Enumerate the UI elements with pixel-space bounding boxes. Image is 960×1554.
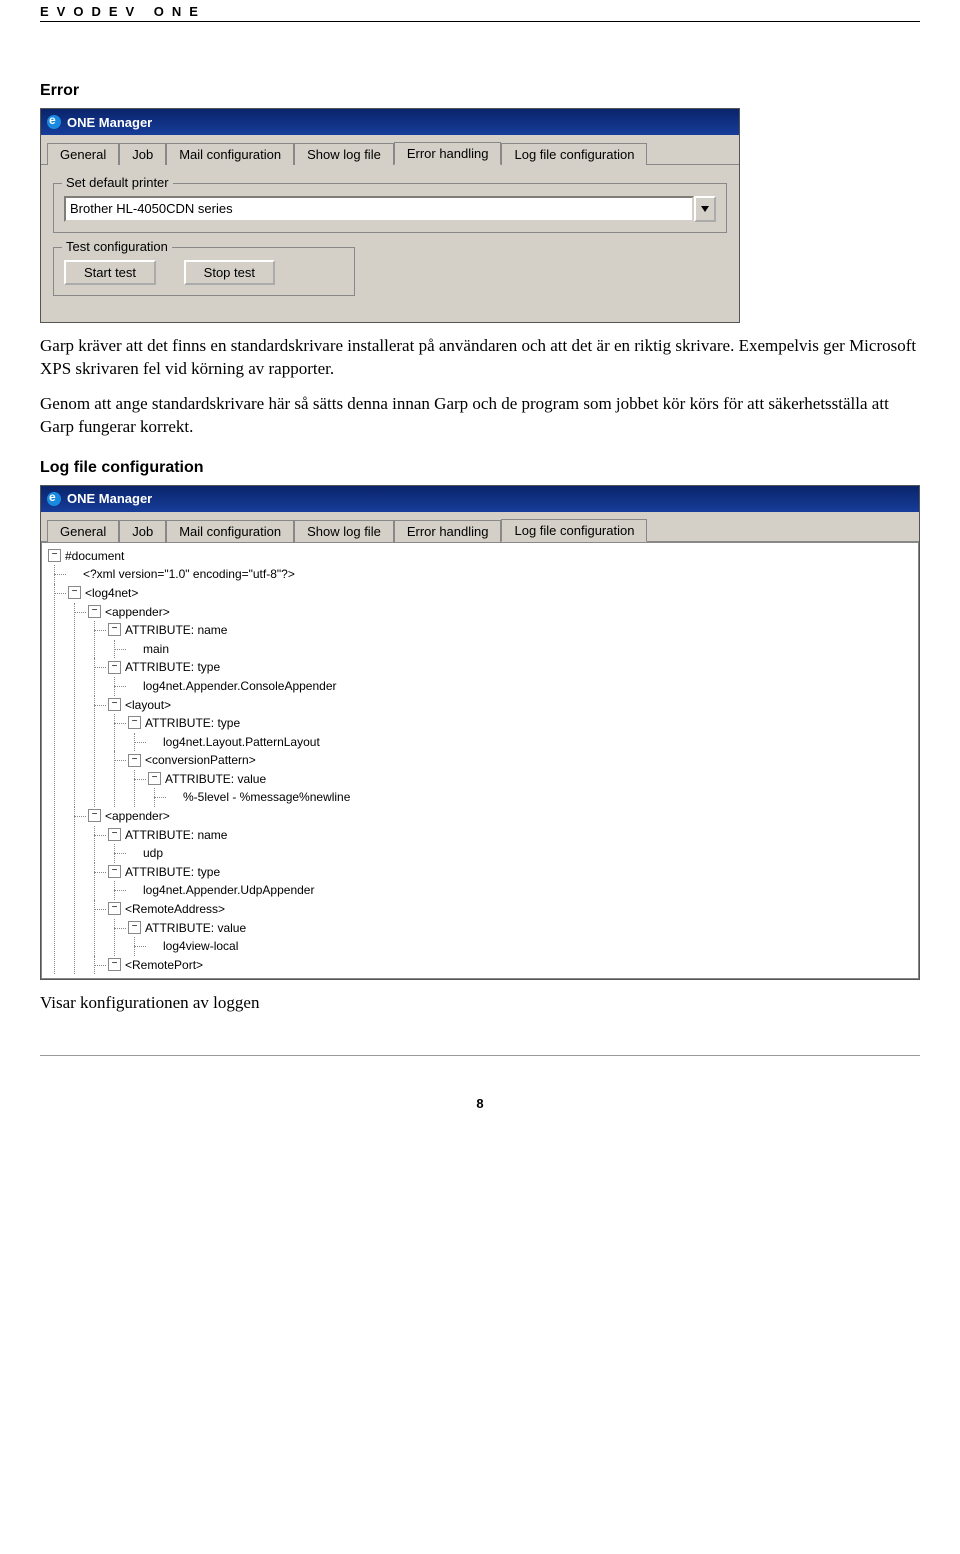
tab-log-file-configuration[interactable]: Log file configuration [501, 143, 647, 165]
tab-mail-configuration[interactable]: Mail configuration [166, 520, 294, 542]
tree-node[interactable]: −<appender> −ATTRIBUTE: name main −ATTRI… [88, 603, 916, 808]
tab-mail-configuration[interactable]: Mail configuration [166, 143, 294, 165]
chevron-down-icon [701, 206, 709, 212]
tab-general[interactable]: General [47, 143, 119, 165]
titlebar: ONE Manager [41, 486, 919, 512]
logfile-window: ONE Manager General Job Mail configurati… [40, 485, 920, 981]
start-test-button[interactable]: Start test [64, 260, 156, 285]
error-para-2: Genom att ange standardskrivare här så s… [40, 393, 920, 439]
stop-test-button[interactable]: Stop test [184, 260, 275, 285]
group-label: Test configuration [62, 239, 172, 254]
tab-job[interactable]: Job [119, 520, 166, 542]
app-icon [47, 492, 61, 506]
window-title: ONE Manager [67, 115, 152, 130]
tree-leaf[interactable]: udp [128, 844, 916, 863]
brand: EVODEV ONE [0, 0, 960, 21]
header-rule [40, 21, 920, 22]
tree-node[interactable]: −<conversionPattern> −ATTRIBUTE: value %… [128, 751, 916, 807]
printer-dropdown[interactable]: Brother HL-4050CDN series [64, 196, 716, 222]
section-logfile-title: Log file configuration [40, 459, 920, 477]
titlebar: ONE Manager [41, 109, 739, 135]
tree-node[interactable]: −ATTRIBUTE: value %-5level - %message%ne… [148, 770, 916, 807]
section-error-title: Error [40, 82, 920, 100]
collapse-icon[interactable]: − [108, 865, 121, 878]
collapse-icon[interactable]: − [128, 716, 141, 729]
tree-leaf[interactable]: log4net.Layout.PatternLayout [148, 733, 916, 752]
tree-leaf[interactable]: log4view-local [148, 937, 916, 956]
tree-node[interactable]: −#document <?xml version="1.0" encoding=… [48, 547, 916, 975]
collapse-icon[interactable]: − [108, 828, 121, 841]
tree-node[interactable]: −<RemoteAddress> −ATTRIBUTE: value log4v… [108, 900, 916, 956]
error-window: ONE Manager General Job Mail configurati… [40, 108, 740, 323]
tab-error-handling[interactable]: Error handling [394, 142, 502, 165]
collapse-icon[interactable]: − [128, 921, 141, 934]
tree-leaf[interactable]: main [128, 640, 916, 659]
collapse-icon[interactable]: − [108, 661, 121, 674]
tree-leaf[interactable]: log4net.Appender.UdpAppender [128, 881, 916, 900]
error-para-1: Garp kräver att det finns en standardskr… [40, 335, 920, 381]
tabs: General Job Mail configuration Show log … [41, 135, 739, 165]
collapse-icon[interactable]: − [128, 754, 141, 767]
tree-node[interactable]: <?xml version="1.0" encoding="utf-8"?> [68, 565, 916, 584]
collapse-icon[interactable]: − [108, 623, 121, 636]
tree-node[interactable]: −ATTRIBUTE: type log4net.Layout.PatternL… [128, 714, 916, 751]
tree-node[interactable]: −ATTRIBUTE: value log4view-local [128, 919, 916, 956]
collapse-icon[interactable]: − [68, 586, 81, 599]
tab-general[interactable]: General [47, 520, 119, 542]
log-caption: Visar konfigurationen av loggen [40, 992, 920, 1015]
collapse-icon[interactable]: − [88, 605, 101, 618]
collapse-icon[interactable]: − [148, 772, 161, 785]
tab-log-file-configuration[interactable]: Log file configuration [501, 519, 647, 542]
window-title: ONE Manager [67, 491, 152, 506]
tree-node[interactable]: −ATTRIBUTE: type log4net.Appender.UdpApp… [108, 863, 916, 900]
tree-node[interactable]: −<log4net> −<appender> −ATTRIBUTE: name … [68, 584, 916, 974]
tree-node[interactable]: −<appender> −ATTRIBUTE: name udp −ATTRIB… [88, 807, 916, 974]
group-test-configuration: Test configuration Start test Stop test [53, 247, 355, 296]
footer-rule [40, 1055, 920, 1056]
tab-show-log-file[interactable]: Show log file [294, 520, 394, 542]
collapse-icon[interactable]: − [108, 902, 121, 915]
collapse-icon[interactable]: − [48, 549, 61, 562]
tree-leaf[interactable]: %-5level - %message%newline [168, 788, 916, 807]
tab-error-handling[interactable]: Error handling [394, 520, 502, 542]
tree-leaf[interactable]: log4net.Appender.ConsoleAppender [128, 677, 916, 696]
xml-tree[interactable]: −#document <?xml version="1.0" encoding=… [41, 542, 919, 980]
app-icon [47, 115, 61, 129]
page-number: 8 [40, 1096, 920, 1111]
tabs: General Job Mail configuration Show log … [41, 512, 919, 542]
group-label: Set default printer [62, 175, 173, 190]
collapse-icon[interactable]: − [88, 809, 101, 822]
tree-node[interactable]: −ATTRIBUTE: name udp [108, 826, 916, 863]
collapse-icon[interactable]: − [108, 698, 121, 711]
tree-node[interactable]: −<layout> −ATTRIBUTE: type log4net.Layou… [108, 696, 916, 808]
tree-node[interactable]: −ATTRIBUTE: name main [108, 621, 916, 658]
tab-show-log-file[interactable]: Show log file [294, 143, 394, 165]
collapse-icon[interactable]: − [108, 958, 121, 971]
printer-value: Brother HL-4050CDN series [64, 196, 694, 222]
tab-job[interactable]: Job [119, 143, 166, 165]
tree-node[interactable]: −<RemotePort> [108, 956, 916, 975]
group-set-default-printer: Set default printer Brother HL-4050CDN s… [53, 183, 727, 233]
dropdown-button[interactable] [694, 196, 716, 222]
tree-node[interactable]: −ATTRIBUTE: type log4net.Appender.Consol… [108, 658, 916, 695]
